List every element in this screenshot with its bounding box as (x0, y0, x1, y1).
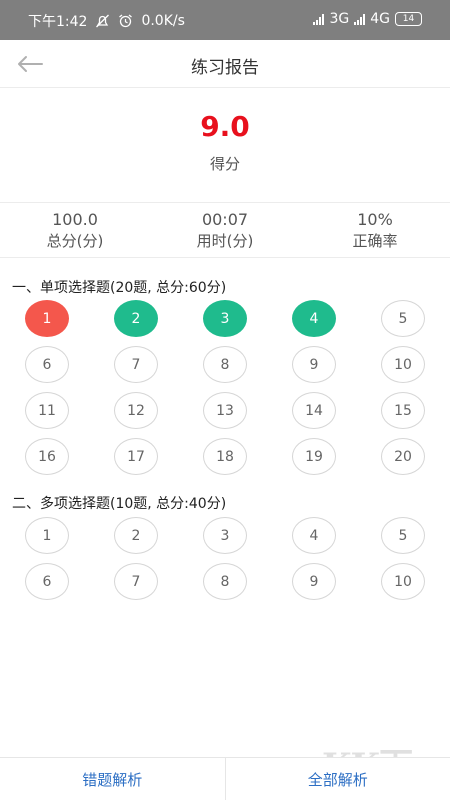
question-number-none[interactable]: 15 (381, 392, 425, 429)
nav-bar: 练习报告 (0, 40, 450, 88)
stat-label: 正确率 (352, 232, 398, 250)
question-number-none[interactable]: 3 (203, 517, 247, 554)
stat-accuracy: 10% 正确率 (300, 203, 450, 257)
question-number-wrong[interactable]: 1 (25, 300, 69, 337)
question-number-correct[interactable]: 3 (203, 300, 247, 337)
question-number-none[interactable]: 6 (25, 563, 69, 600)
question-number-none[interactable]: 5 (381, 517, 425, 554)
question-number-none[interactable]: 10 (381, 346, 425, 383)
question-number-none[interactable]: 11 (25, 392, 69, 429)
question-number-none[interactable]: 16 (25, 438, 69, 475)
question-number-none[interactable]: 9 (292, 563, 336, 600)
question-grid-multiple-choice: 1 2 3 4 5 6 7 8 9 10 (25, 517, 425, 600)
question-number-none[interactable]: 1 (25, 517, 69, 554)
stats-row: 100.0 总分(分) 00:07 用时(分) 10% 正确率 (0, 202, 450, 258)
status-bar-right: 3G 4G 14 (313, 11, 422, 27)
wrong-analysis-button[interactable]: 错题解析 (0, 758, 225, 800)
stat-value: 10% (357, 210, 393, 229)
question-number-correct[interactable]: 2 (114, 300, 158, 337)
bottom-bar: 错题解析 全部解析 (0, 757, 450, 800)
question-number-correct[interactable]: 4 (292, 300, 336, 337)
section-title-single-choice: 一、单项选择题(20题, 总分:60分) (12, 280, 227, 296)
alarm-clock-icon (118, 14, 133, 28)
question-number-none[interactable]: 7 (114, 563, 158, 600)
question-number-none[interactable]: 14 (292, 392, 336, 429)
stat-label: 用时(分) (196, 232, 254, 250)
question-number-none[interactable]: 12 (114, 392, 158, 429)
question-number-none[interactable]: 10 (381, 563, 425, 600)
question-number-none[interactable]: 8 (203, 563, 247, 600)
status-bar: 下午1:42 0.0K/s 3G 4G 14 (0, 0, 450, 40)
question-number-none[interactable]: 2 (114, 517, 158, 554)
question-number-none[interactable]: 5 (381, 300, 425, 337)
question-number-none[interactable]: 17 (114, 438, 158, 475)
question-grid-single-choice: 1 2 3 4 5 6 7 8 9 10 11 12 13 14 15 16 17 18 19 20 (25, 300, 425, 475)
question-number-none[interactable]: 20 (381, 438, 425, 475)
stat-value: 100.0 (52, 210, 98, 229)
signal-icon-1 (313, 13, 325, 25)
page-title: 练习报告 (191, 58, 259, 78)
status-time: 下午1:42 (28, 14, 88, 30)
question-number-none[interactable]: 19 (292, 438, 336, 475)
stat-total-score: 100.0 总分(分) (0, 203, 150, 257)
question-number-none[interactable]: 13 (203, 392, 247, 429)
signal-icon-2 (354, 13, 366, 25)
alarm-off-icon (95, 14, 110, 28)
stat-label: 总分(分) (46, 232, 104, 250)
stat-time-used: 00:07 用时(分) (150, 203, 300, 257)
score-value: 9.0 (200, 110, 250, 143)
question-number-none[interactable]: 9 (292, 346, 336, 383)
all-analysis-button[interactable]: 全部解析 (224, 758, 450, 800)
section-title-multiple-choice: 二、多项选择题(10题, 总分:40分) (12, 496, 227, 512)
question-number-none[interactable]: 4 (292, 517, 336, 554)
question-number-none[interactable]: 7 (114, 346, 158, 383)
question-number-none[interactable]: 6 (25, 346, 69, 383)
network-type-2: 4G (370, 11, 390, 27)
network-type-1: 3G (329, 11, 350, 27)
status-bar-left: 下午1:42 0.0K/s (28, 11, 185, 31)
question-number-none[interactable]: 8 (203, 346, 247, 383)
question-number-none[interactable]: 18 (203, 438, 247, 475)
battery-icon: 14 (395, 12, 422, 26)
stat-value: 00:07 (201, 210, 249, 229)
network-speed: 0.0K/s (141, 13, 185, 29)
score-label: 得分 (209, 155, 240, 173)
